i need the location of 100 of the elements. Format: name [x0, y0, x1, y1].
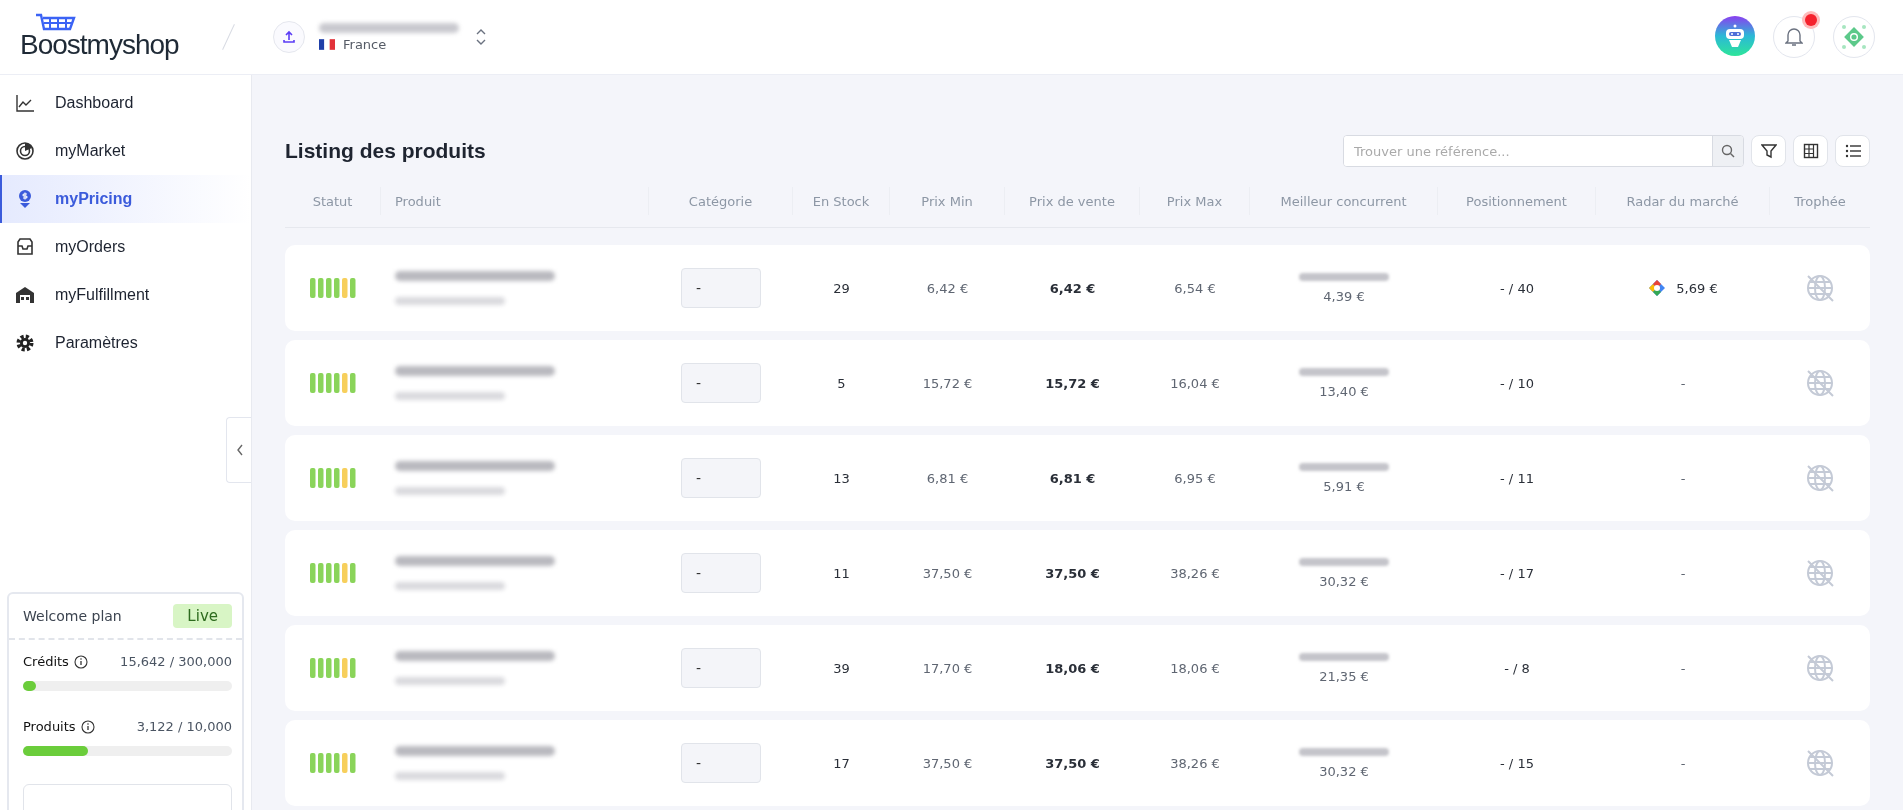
column-header: Prix de vente — [1029, 193, 1115, 209]
category-field[interactable]: - — [681, 648, 761, 688]
competitor-price: 30,32 € — [1319, 763, 1369, 779]
country-label: France — [343, 36, 387, 52]
globe-off-icon — [1805, 273, 1835, 303]
positioning-value: - / 11 — [1500, 470, 1534, 486]
max-price: 38,26 € — [1170, 755, 1220, 771]
stock-value: 11 — [833, 565, 850, 581]
sidebar-item[interactable]: myFulfillment — [0, 271, 251, 319]
positioning-value: - / 8 — [1504, 660, 1530, 676]
positioning-value: - / 40 — [1500, 280, 1534, 296]
status-bars-icon — [309, 373, 357, 393]
min-price: 17,70 € — [922, 660, 973, 676]
grid-icon — [1802, 143, 1819, 159]
quota-value: 15,642 / 300,000 — [120, 654, 232, 669]
column-header: Catégorie — [688, 193, 753, 209]
status-bars-icon — [309, 753, 357, 773]
quota-label: Crédits — [23, 654, 69, 669]
competitor-price: 30,32 € — [1319, 573, 1369, 589]
max-price: 6,54 € — [1174, 280, 1216, 296]
column-header: Positionnement — [1466, 193, 1567, 209]
inbox-icon — [15, 237, 35, 257]
competitor-price: 4,39 € — [1323, 288, 1365, 304]
product-row[interactable]: - 13 6,81 € 6,81 € 6,95 € 5,91 € - / 11 - — [285, 435, 1870, 521]
radar-price: - — [1680, 755, 1686, 771]
list-view-button[interactable] — [1835, 135, 1870, 167]
globe-off-icon — [1805, 368, 1835, 398]
globe-off-icon — [1805, 463, 1835, 493]
min-price: 6,42 € — [926, 280, 969, 296]
filter-icon — [1760, 143, 1777, 159]
status-bars-icon — [309, 658, 357, 678]
upload-button[interactable] — [273, 21, 305, 53]
search-field[interactable]: Trouver une référence... — [1343, 135, 1744, 167]
stock-value: 17 — [833, 755, 850, 771]
product-row[interactable]: - 5 15,72 € 15,72 € 16,04 € 13,40 € - / 10 - — [285, 340, 1870, 426]
warehouse-icon — [15, 285, 35, 305]
category-field[interactable]: - — [681, 553, 761, 593]
plan-status-badge: Live — [173, 604, 232, 628]
product-row[interactable]: - 11 37,50 € 37,50 € 38,26 € 30,32 € - / 17 - — [285, 530, 1870, 616]
globe-off-icon — [1805, 748, 1835, 778]
max-price: 6,95 € — [1174, 470, 1216, 486]
column-header: Produit — [395, 193, 441, 209]
globe-off-icon — [1805, 558, 1835, 588]
min-price: 37,50 € — [922, 565, 973, 581]
status-bars-icon — [309, 468, 357, 488]
filter-button[interactable] — [1751, 135, 1786, 167]
stock-value: 5 — [837, 375, 846, 391]
status-bars-icon — [309, 278, 357, 298]
google-tag-icon — [1648, 279, 1667, 297]
sidebar-item[interactable]: Paramètres — [0, 319, 251, 367]
max-price: 18,06 € — [1170, 660, 1220, 676]
product-row[interactable]: - 39 17,70 € 18,06 € 18,06 € 21,35 € - / 8 - — [285, 625, 1870, 711]
sale-price: 37,50 € — [1045, 565, 1100, 581]
info-icon[interactable] — [73, 654, 88, 669]
product-row[interactable]: - 29 6,42 € 6,42 € 6,54 € 4,39 € - / 40 5,69 € — [285, 245, 1870, 331]
sidebar-item[interactable]: myMarket — [0, 127, 251, 175]
sidebar-item[interactable]: Dashboard — [0, 79, 251, 127]
category-field[interactable]: - — [681, 363, 761, 403]
column-header: Meilleur concurrent — [1280, 193, 1407, 209]
upload-icon — [282, 30, 296, 44]
logo: Boostmyshop — [20, 29, 180, 61]
chevron-updown-icon[interactable] — [475, 28, 487, 46]
product-row[interactable]: - 17 37,50 € 37,50 € 38,26 € 30,32 € - / 15 - — [285, 720, 1870, 806]
sidebar-item[interactable]: myOrders — [0, 223, 251, 271]
status-bars-icon — [309, 563, 357, 583]
column-header: Prix Min — [921, 193, 973, 209]
category-field[interactable]: - — [681, 268, 761, 308]
bell-icon — [1785, 27, 1803, 47]
positioning-value: - / 10 — [1500, 375, 1534, 391]
competitor-price: 13,40 € — [1319, 383, 1369, 399]
globe-off-icon — [1805, 653, 1835, 683]
line-chart-icon — [15, 93, 35, 113]
sale-price: 6,81 € — [1049, 470, 1096, 486]
robot-avatar-button[interactable] — [1715, 16, 1755, 56]
stock-value: 39 — [833, 660, 850, 676]
info-icon[interactable] — [80, 719, 95, 734]
column-header: Trophée — [1794, 193, 1846, 209]
competitor-price: 5,91 € — [1323, 478, 1365, 494]
max-price: 38,26 € — [1170, 565, 1220, 581]
min-price: 6,81 € — [926, 470, 969, 486]
positioning-value: - / 17 — [1500, 565, 1534, 581]
radar-price: 5,69 € — [1676, 280, 1718, 296]
flag-icon — [319, 38, 335, 50]
radar-price: - — [1680, 375, 1686, 391]
search-icon[interactable] — [1721, 144, 1735, 158]
columns-button[interactable] — [1793, 135, 1828, 167]
category-field[interactable]: - — [681, 743, 761, 783]
category-field[interactable]: - — [681, 458, 761, 498]
list-icon — [1844, 144, 1861, 158]
settings-icon — [15, 333, 35, 353]
competitor-price: 21,35 € — [1319, 668, 1369, 684]
plan-name: Welcome plan — [23, 608, 122, 624]
min-price: 15,72 € — [922, 375, 973, 391]
max-price: 16,04 € — [1170, 375, 1220, 391]
positioning-value: - / 15 — [1500, 755, 1534, 771]
stock-value: 29 — [833, 280, 850, 296]
column-header: Statut — [312, 193, 353, 209]
quota-label: Produits — [23, 719, 76, 734]
radar-icon — [15, 141, 35, 161]
column-header: En Stock — [812, 193, 870, 209]
